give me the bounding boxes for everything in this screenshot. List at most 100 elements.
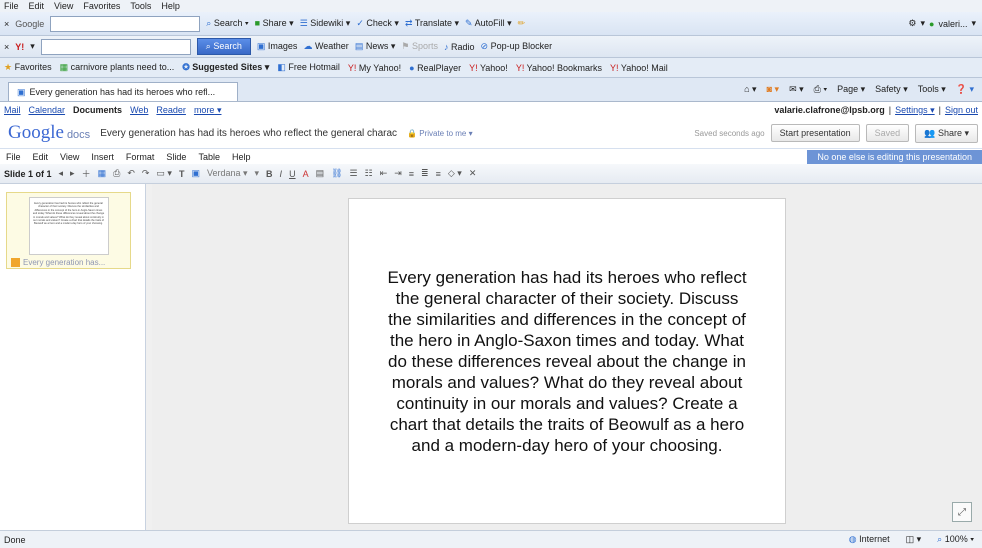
next-slide-icon[interactable]: ▸ [70,168,75,179]
prev-slide-icon[interactable]: ◂ [59,168,64,179]
sharing-status[interactable]: 🔒 Private to me ▾ [407,129,473,138]
google-docs-logo[interactable]: Google docs [8,122,90,144]
safety-menu[interactable]: Safety ▾ [875,84,908,95]
yahoo-search-button[interactable]: ⌕ Search [196,38,251,55]
page-menu[interactable]: Page ▾ [837,84,865,95]
autofill-button[interactable]: ✎ AutoFill ▾ [465,18,512,29]
docs-menu-file[interactable]: File [6,152,21,162]
menu-favorites[interactable]: Favorites [83,1,120,11]
numbered-list-icon[interactable]: ☰ [350,168,358,179]
background-icon[interactable]: ▭ ▾ [156,168,172,179]
text-color-icon[interactable]: A [303,169,309,179]
share-button[interactable]: 👥 Share ▾ [915,123,978,143]
start-presentation-button[interactable]: Start presentation [770,124,860,142]
radio-icon: ♪ [444,41,449,52]
menu-tools[interactable]: Tools [130,1,151,11]
help-icon[interactable]: ❓ ▾ [956,84,974,95]
yahoo-radio-button[interactable]: ♪ Radio [444,42,475,52]
saved-button[interactable]: Saved [865,124,910,142]
add-slide-icon[interactable]: ＋ [82,167,91,180]
undo-icon[interactable]: ↶ [127,168,135,179]
highlight-icon[interactable]: ▤ [316,168,325,179]
link-icon[interactable]: ⛓ [331,168,342,179]
redo-icon[interactable]: ↷ [142,168,150,179]
docs-menu-format[interactable]: Format [126,152,155,162]
translate-button[interactable]: ⇄ Translate ▾ [405,18,459,29]
sidewiki-button[interactable]: ☰ Sidewiki ▾ [300,18,351,29]
fav-item-realplayer[interactable]: ● RealPlayer [409,63,461,73]
text-box-icon[interactable]: T [179,169,185,179]
slide[interactable]: Every generation has had its heroes who … [348,198,786,524]
align-right-icon[interactable]: ≡ [436,169,441,179]
share-button[interactable]: ■ Share ▾ [255,18,294,29]
google-search-input[interactable] [50,15,201,32]
gbar-calendar-link[interactable]: Calendar [29,105,66,115]
image-icon[interactable]: ▣ [191,168,200,179]
zoom-control[interactable]: ⌕ 100% ▾ [937,534,974,545]
menu-file[interactable]: File [4,1,19,11]
indent-more-icon[interactable]: ⇥ [394,168,402,179]
yahoo-images-button[interactable]: ▣ Images [257,41,298,52]
menu-view[interactable]: View [54,1,73,11]
print-icon[interactable]: ⎙ ▾ [814,84,827,95]
hotmail-icon: ◧ [277,62,286,72]
popup-blocker-button[interactable]: ⊘ Pop-up Blocker [481,41,553,52]
gbar-reader-link[interactable]: Reader [156,105,186,115]
docs-menu-help[interactable]: Help [232,152,251,162]
fav-item-carnivore[interactable]: ▦ carnivore plants need to... [60,62,175,73]
docs-menu-insert[interactable]: Insert [91,152,114,162]
tools-menu[interactable]: Tools ▾ [918,84,946,95]
indent-less-icon[interactable]: ⇤ [380,168,388,179]
fav-item-hotmail[interactable]: ◧ Free Hotmail [277,62,340,73]
mail-icon[interactable]: ✉ ▾ [789,84,804,95]
fav-item-my-yahoo[interactable]: Y! My Yahoo! [348,63,401,73]
clear-format-icon[interactable]: ✕ [469,168,477,179]
speaker-notes-icon[interactable]: ⤢ [952,502,972,522]
document-title[interactable]: Every generation has had its heroes who … [100,128,397,139]
menu-edit[interactable]: Edit [29,1,45,11]
pencil-icon[interactable]: ✏ [518,18,526,29]
yahoo-search-input[interactable] [40,38,191,55]
slide-text-box[interactable]: Every generation has had its heroes who … [385,267,749,456]
align-left-icon[interactable]: ≡ [409,169,414,179]
gbar-mail-link[interactable]: Mail [4,105,21,115]
shape-icon[interactable]: ◇ ▾ [448,168,462,179]
docs-menu-table[interactable]: Table [198,152,220,162]
docs-menu-view[interactable]: View [60,152,79,162]
feeds-icon[interactable]: ◙ ▾ [767,84,779,95]
browser-tab[interactable]: ▣ Every generation has had its heroes wh… [8,81,238,101]
font-select[interactable]: Verdana ▾ [207,168,248,179]
yahoo-weather-button[interactable]: ☁ Weather [303,41,348,52]
underline-icon[interactable]: U [289,169,296,179]
fav-item-yahoo-bookmarks[interactable]: Y! Yahoo! Bookmarks [516,63,602,73]
google-search-button[interactable]: ⌕ Search ▾ [206,18,248,29]
close-icon[interactable]: × [4,19,9,29]
check-button[interactable]: ✓ Check ▾ [356,18,399,29]
fav-item-yahoo[interactable]: Y! Yahoo! [469,63,508,73]
gbar-more-link[interactable]: more ▾ [194,105,222,116]
fav-item-suggested-sites[interactable]: ✪ Suggested Sites ▾ [182,62,269,73]
yahoo-sports-button[interactable]: ⚑ Sports [401,41,438,52]
docs-menu-edit[interactable]: Edit [33,152,49,162]
home-icon[interactable]: ⌂ ▾ [744,84,756,95]
close-icon[interactable]: × [4,42,9,52]
gbar-web-link[interactable]: Web [130,105,148,115]
settings-link[interactable]: Settings ▾ [895,105,935,116]
font-size-select[interactable]: ▾ [255,168,260,179]
layout-icon[interactable]: ▦ [98,168,107,179]
bold-icon[interactable]: B [266,169,273,179]
print-icon[interactable]: ⎙ [113,168,120,179]
gbar-documents-link[interactable]: Documents [73,105,122,115]
sign-out-link[interactable]: Sign out [945,105,978,116]
slide-thumbnail[interactable]: Every generation has had its heroes who … [6,192,131,269]
bulleted-list-icon[interactable]: ☷ [365,168,373,179]
yahoo-news-button[interactable]: ▤ News ▾ [355,41,396,52]
docs-menu-slide[interactable]: Slide [166,152,186,162]
fav-item-yahoo-mail[interactable]: Y! Yahoo! Mail [610,63,668,73]
favorites-button[interactable]: ★ Favorites [4,62,52,73]
italic-icon[interactable]: I [280,169,283,179]
menu-help[interactable]: Help [161,1,180,11]
google-account[interactable]: ⚙ ▾ ● valeri... ▾ [908,18,982,29]
protected-mode-icon[interactable]: ◫ ▾ [906,534,922,545]
align-center-icon[interactable]: ≣ [421,168,429,179]
